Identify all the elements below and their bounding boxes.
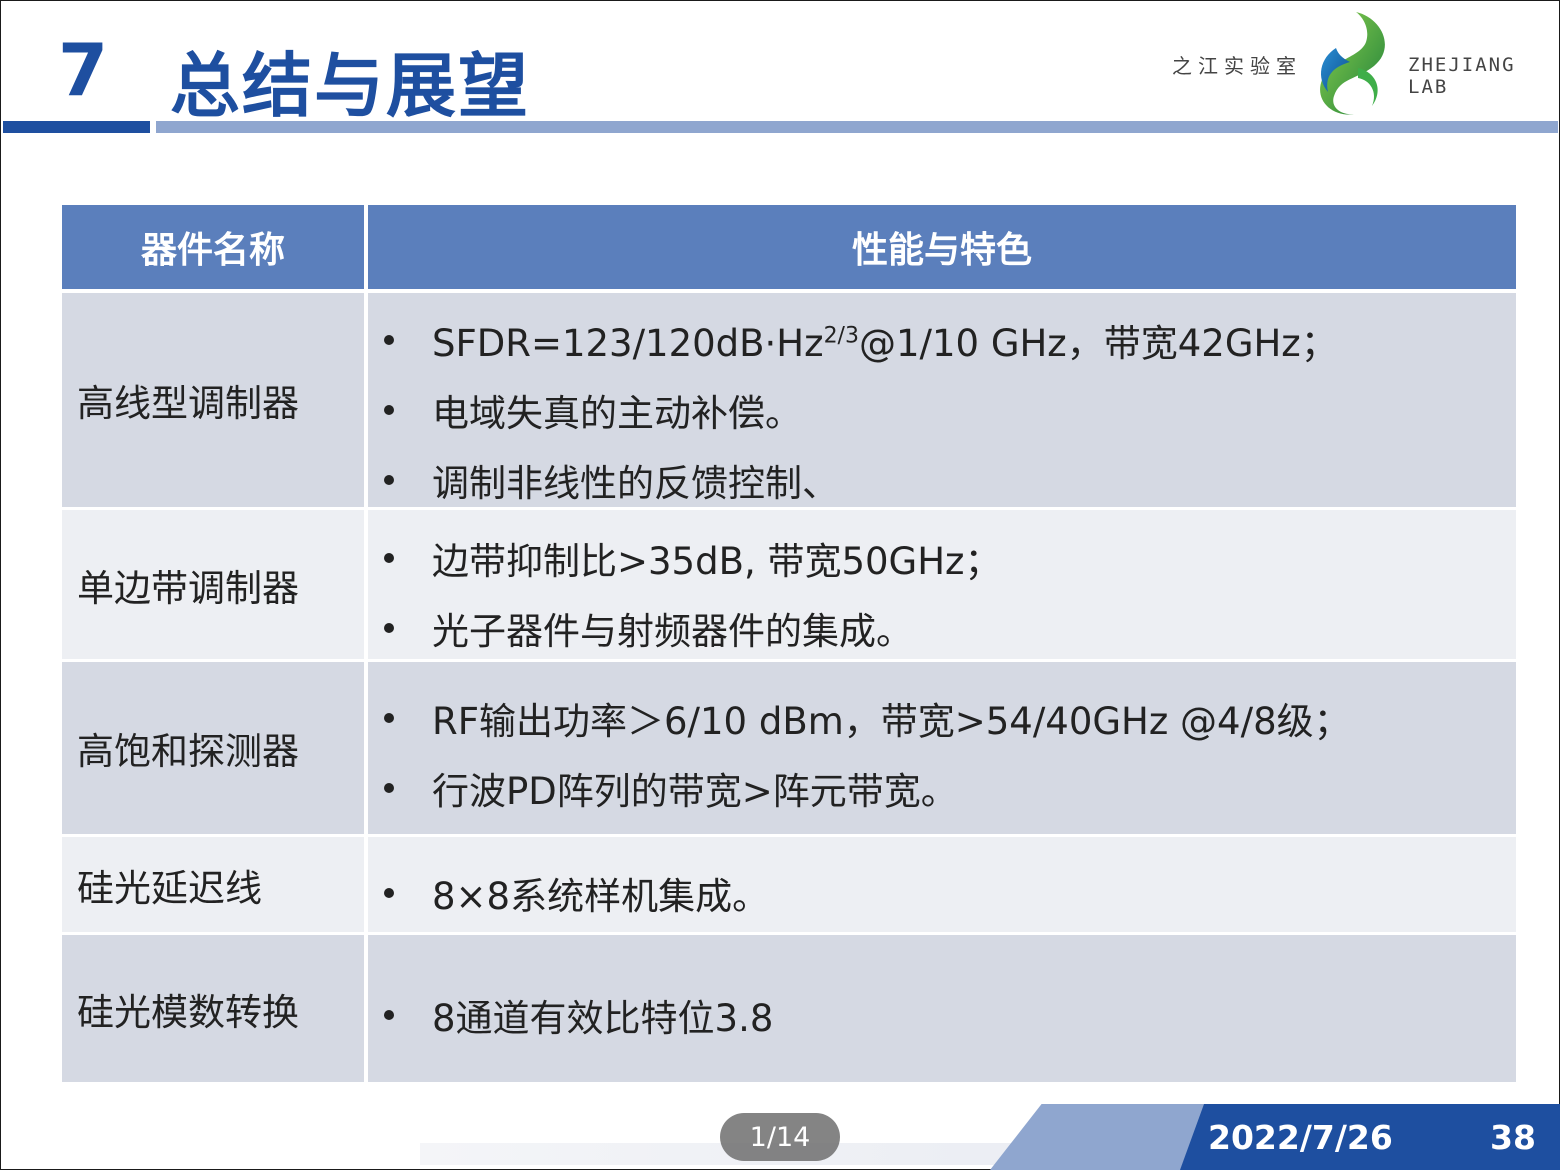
feature-text: 光子器件与射频器件的集成。: [432, 610, 913, 653]
bullet-icon: [384, 713, 394, 723]
table-cell-features: SFDR=123/120dB·Hz2/3@1/10 GHz，带宽42GHz； 电域…: [368, 293, 1516, 507]
title-rule: [156, 121, 1558, 133]
column-header-performance: 性能与特色: [368, 205, 1516, 289]
table-cell-device-name: 硅光模数转换: [62, 935, 364, 1082]
bullet-icon: [384, 335, 394, 345]
superscript: 2/3: [823, 323, 859, 349]
bullet-icon: [384, 405, 394, 415]
bullet-icon: [384, 553, 394, 563]
feature-list-item: 电域失真的主动补偿。: [368, 380, 1516, 440]
feature-text: 调制非线性的反馈控制、: [432, 462, 839, 505]
footer-date: 2022/7/26: [1208, 1118, 1393, 1157]
feature-text: 8通道有效比特位3.8: [432, 997, 774, 1040]
table-cell-device-name: 高线型调制器: [62, 293, 364, 507]
feature-list-item: 行波PD阵列的带宽>阵元带宽。: [368, 758, 1516, 818]
table-cell-features: RF输出功率＞6/10 dBm，带宽>54/40GHz @4/8级； 行波PD阵列…: [368, 662, 1516, 834]
table-cell-device-name: 高饱和探测器: [62, 662, 364, 834]
table-cell-device-name: 单边带调制器: [62, 510, 364, 659]
section-number: 7: [58, 28, 109, 112]
column-header-device-name: 器件名称: [62, 205, 364, 289]
title-rule-accent: [3, 121, 150, 133]
feature-list-item: 8通道有效比特位3.8: [368, 985, 1516, 1045]
table-cell-features: 8通道有效比特位3.8: [368, 935, 1516, 1082]
viewer-page-indicator[interactable]: 1/14: [720, 1113, 840, 1161]
feature-list-item: 边带抑制比>35dB, 带宽50GHz；: [368, 528, 1516, 588]
table-cell-features: 边带抑制比>35dB, 带宽50GHz； 光子器件与射频器件的集成。: [368, 510, 1516, 659]
feature-list-item: RF输出功率＞6/10 dBm，带宽>54/40GHz @4/8级；: [368, 688, 1516, 748]
feature-list-item: 光子器件与射频器件的集成。: [368, 598, 1516, 658]
zhejiang-lab-logo-icon: [1320, 12, 1385, 115]
table-cell-features: 8×8系统样机集成。: [368, 837, 1516, 932]
feature-text: 8×8系统样机集成。: [432, 875, 770, 918]
feature-list-item: 调制非线性的反馈控制、: [368, 450, 1516, 510]
feature-text: 行波PD阵列的带宽>阵元带宽。: [432, 770, 958, 813]
feature-text: SFDR=123/120dB·Hz2/3@1/10 GHz，带宽42GHz；: [432, 322, 1338, 365]
feature-list-item: 8×8系统样机集成。: [368, 863, 1516, 923]
bullet-icon: [384, 623, 394, 633]
feature-text: 电域失真的主动补偿。: [432, 392, 802, 435]
footer-page-number: 38: [1490, 1118, 1536, 1157]
table-cell-device-name: 硅光延迟线: [62, 837, 364, 932]
bullet-icon: [384, 475, 394, 485]
slide-title: 总结与展望: [170, 45, 530, 127]
bullet-icon: [384, 888, 394, 898]
feature-text: 边带抑制比>35dB, 带宽50GHz；: [432, 540, 1002, 583]
bullet-icon: [384, 1010, 394, 1020]
feature-text: RF输出功率＞6/10 dBm，带宽>54/40GHz @4/8级；: [432, 700, 1351, 743]
org-name-cn: 之江实验室: [1172, 54, 1302, 78]
org-name-en: ZHEJIANG LAB: [1408, 54, 1516, 98]
bullet-icon: [384, 783, 394, 793]
feature-list-item: SFDR=123/120dB·Hz2/3@1/10 GHz，带宽42GHz；: [368, 310, 1516, 370]
